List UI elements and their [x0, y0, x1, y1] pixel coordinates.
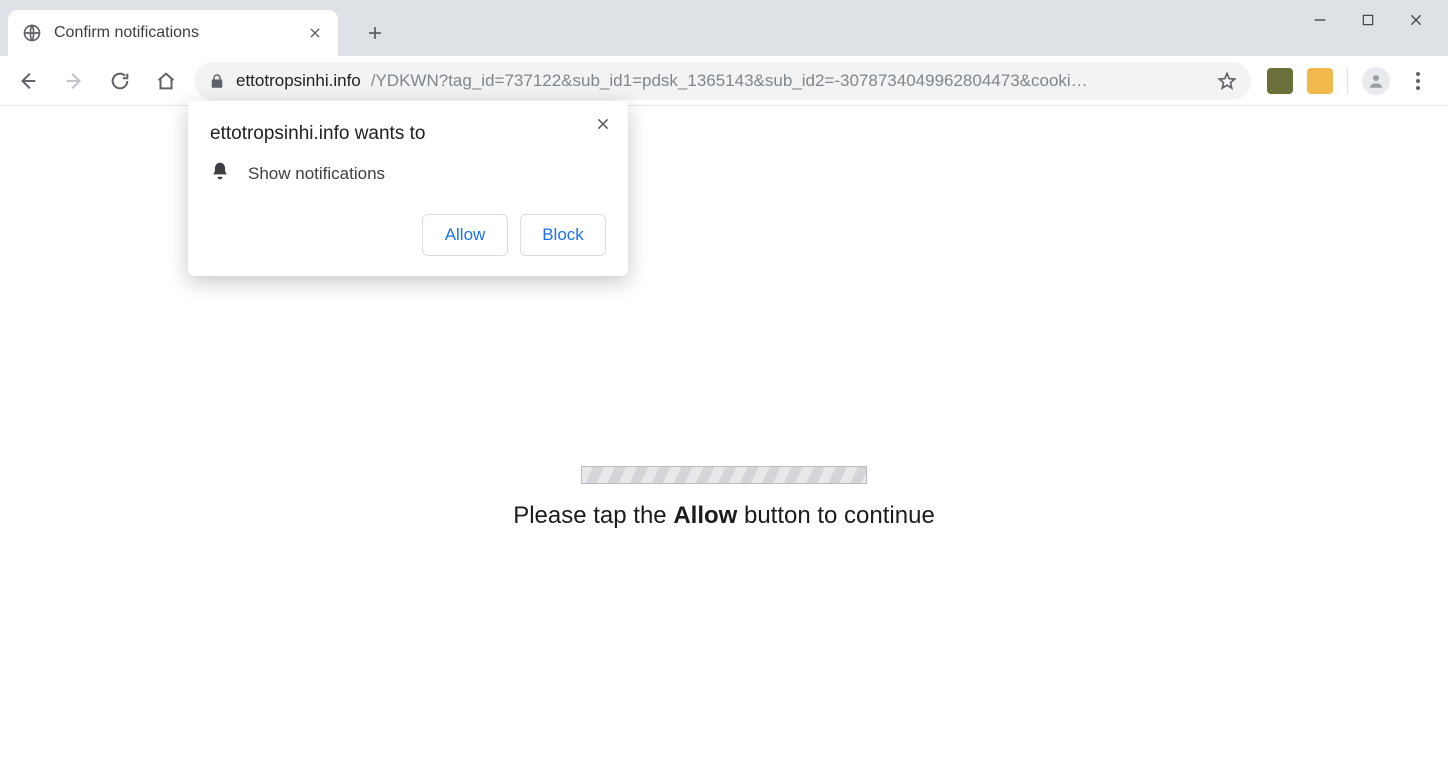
msg-bold: Allow	[673, 502, 737, 529]
toolbar-right	[1261, 67, 1438, 95]
permission-item: Show notifications	[210, 161, 606, 186]
extension-1-icon[interactable]	[1267, 68, 1293, 94]
window-controls	[1310, 0, 1448, 40]
dialog-actions: Allow Block	[210, 214, 606, 256]
bell-icon	[210, 161, 230, 186]
toolbar-separator	[1347, 68, 1348, 94]
allow-button[interactable]: Allow	[422, 214, 508, 256]
close-window-icon[interactable]	[1406, 10, 1426, 30]
extension-2-icon[interactable]	[1307, 68, 1333, 94]
profile-avatar-icon[interactable]	[1362, 67, 1390, 95]
reload-button[interactable]	[102, 63, 138, 99]
url-domain: ettotropsinhi.info	[236, 71, 361, 91]
globe-icon	[22, 23, 42, 43]
browser-tab[interactable]: Confirm notifications	[8, 10, 338, 56]
dialog-title: ettotropsinhi.info wants to	[210, 123, 606, 145]
browser-titlebar: Confirm notifications	[0, 0, 1448, 56]
browser-toolbar: ettotropsinhi.info/YDKWN?tag_id=737122&s…	[0, 56, 1448, 106]
msg-after: button to continue	[737, 502, 934, 529]
tab-title: Confirm notifications	[54, 24, 294, 42]
kebab-menu-icon[interactable]	[1404, 67, 1432, 95]
new-tab-button[interactable]	[358, 16, 392, 50]
page-content: ettotropsinhi.info wants to Show notific…	[0, 106, 1448, 763]
bookmark-star-icon[interactable]	[1217, 71, 1237, 91]
page-center-message: Please tap the Allow button to continue	[0, 466, 1448, 530]
back-button[interactable]	[10, 63, 46, 99]
lock-icon[interactable]	[208, 72, 226, 90]
forward-button[interactable]	[56, 63, 92, 99]
tab-close-icon[interactable]	[306, 24, 324, 42]
notification-permission-dialog: ettotropsinhi.info wants to Show notific…	[188, 101, 628, 276]
progress-bar	[581, 466, 867, 484]
permission-label: Show notifications	[248, 164, 385, 184]
url-path: /YDKWN?tag_id=737122&sub_id1=pdsk_136514…	[371, 71, 1207, 91]
instruction-text: Please tap the Allow button to continue	[513, 502, 935, 530]
block-button[interactable]: Block	[520, 214, 606, 256]
dialog-close-icon[interactable]	[592, 113, 614, 135]
msg-before: Please tap the	[513, 502, 673, 529]
minimize-icon[interactable]	[1310, 10, 1330, 30]
address-bar[interactable]: ettotropsinhi.info/YDKWN?tag_id=737122&s…	[194, 62, 1251, 100]
home-button[interactable]	[148, 63, 184, 99]
maximize-icon[interactable]	[1358, 10, 1378, 30]
